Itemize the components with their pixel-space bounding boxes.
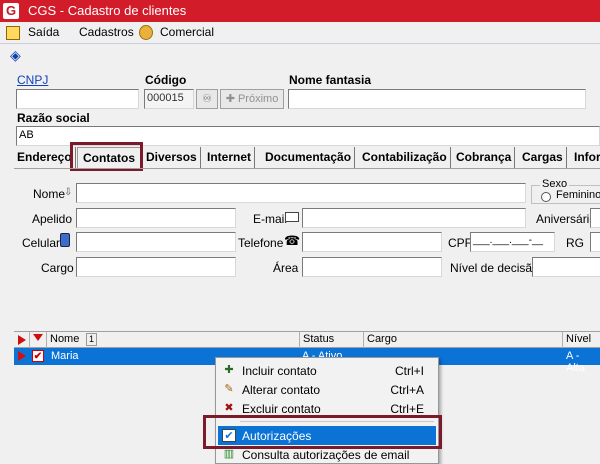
window-title: CGS - Cadastro de clientes bbox=[28, 3, 187, 18]
nivel-decisao-label: Nível de decisão bbox=[450, 261, 539, 275]
menu-saida[interactable]: Saída bbox=[28, 25, 59, 39]
apelido-input[interactable] bbox=[76, 208, 236, 228]
tab-informacoes[interactable]: Infor bbox=[571, 147, 600, 168]
rg-input[interactable] bbox=[590, 232, 600, 252]
area-label: Área bbox=[273, 261, 299, 275]
sort-order-badge: 1 bbox=[86, 333, 98, 346]
email-input[interactable] bbox=[302, 208, 526, 228]
telephone-icon: ☎ bbox=[284, 233, 301, 248]
row-checkbox[interactable]: ✔ bbox=[32, 350, 44, 362]
grid-separator bbox=[363, 332, 364, 348]
col-status[interactable]: Status bbox=[303, 333, 334, 345]
codigo-input[interactable]: 000015 bbox=[144, 89, 194, 109]
area-input[interactable] bbox=[302, 257, 442, 277]
rg-label: RG bbox=[566, 236, 584, 250]
binoculars-icon: ♾ bbox=[202, 93, 212, 105]
nome-label: Nome bbox=[33, 187, 66, 201]
grid-header: Nome 1 Status Cargo Nível bbox=[14, 331, 600, 348]
grid-separator bbox=[46, 332, 47, 348]
nav-diamond-icon[interactable]: ◈ bbox=[10, 48, 24, 62]
exit-icon bbox=[6, 26, 20, 40]
proximo-button[interactable]: ✚ Próximo bbox=[220, 89, 284, 109]
nome-fantasia-label: Nome fantasia bbox=[289, 73, 372, 87]
header-pointer-icon bbox=[18, 335, 26, 345]
grid-separator bbox=[29, 332, 30, 348]
celular-input[interactable] bbox=[76, 232, 236, 252]
add-contact-icon: ✚ bbox=[224, 364, 234, 376]
delete-contact-icon: ✖ bbox=[224, 402, 234, 414]
menu-comercial[interactable]: Comercial bbox=[160, 25, 214, 39]
cell-nivel: A - Alta bbox=[566, 350, 585, 374]
email-label: E-mail bbox=[253, 212, 288, 226]
nome-fantasia-input[interactable] bbox=[288, 89, 586, 109]
menu-cadastros[interactable]: Cadastros bbox=[79, 25, 134, 39]
tab-diversos[interactable]: Diversos bbox=[143, 147, 201, 168]
sort-arrow-icon: ⇩ bbox=[64, 187, 73, 198]
header-filter-icon[interactable] bbox=[33, 334, 43, 341]
menu-bar: Saída Cadastros Comercial bbox=[0, 22, 600, 43]
celular-label: Celular bbox=[22, 236, 61, 250]
telefone-label: Telefone bbox=[238, 236, 284, 250]
cpf-input[interactable]: ___.___.___-__ bbox=[470, 232, 555, 252]
nivel-decisao-input[interactable] bbox=[532, 257, 600, 277]
divider bbox=[0, 43, 600, 44]
proximo-label: Próximo bbox=[237, 93, 279, 105]
menu-alterar-contato[interactable]: ✎ Alterar contato Ctrl+A bbox=[218, 380, 436, 399]
search-binoculars-button[interactable]: ♾ bbox=[196, 89, 218, 109]
razao-social-label: Razão social bbox=[17, 111, 90, 125]
feminino-radio[interactable] bbox=[541, 192, 551, 202]
tab-internet[interactable]: Internet bbox=[204, 147, 256, 168]
apelido-label: Apelido bbox=[32, 212, 73, 226]
title-bar: G CGS - Cadastro de clientes bbox=[0, 0, 600, 22]
aniversario-label: Aniversário bbox=[536, 212, 597, 226]
tab-contabilizacao[interactable]: Contabilização bbox=[359, 147, 451, 168]
cargo-label: Cargo bbox=[41, 261, 74, 275]
cellphone-icon bbox=[60, 233, 70, 247]
grid-separator bbox=[299, 332, 300, 348]
menu-incluir-contato[interactable]: ✚ Incluir contato Ctrl+I bbox=[218, 361, 436, 380]
tab-documentacao[interactable]: Documentação bbox=[262, 147, 356, 168]
tab-cobranca[interactable]: Cobrança bbox=[453, 147, 516, 168]
col-nivel[interactable]: Nível bbox=[566, 333, 591, 345]
chart-icon: ▥ bbox=[223, 448, 235, 460]
tab-cargas[interactable]: Cargas bbox=[519, 147, 567, 168]
grid-separator bbox=[562, 332, 563, 348]
plus-icon: ✚ bbox=[225, 93, 235, 105]
aniversario-input[interactable] bbox=[590, 208, 600, 228]
col-cargo[interactable]: Cargo bbox=[367, 333, 397, 345]
row-pointer-icon bbox=[18, 351, 26, 361]
codigo-label: Código bbox=[145, 73, 187, 87]
col-nome[interactable]: Nome bbox=[50, 333, 79, 345]
edit-contact-icon: ✎ bbox=[224, 383, 234, 395]
highlight-autorizacoes bbox=[203, 415, 442, 449]
coins-icon bbox=[139, 25, 153, 40]
feminino-label: Feminino bbox=[556, 189, 600, 201]
highlight-tab-contatos bbox=[70, 142, 143, 171]
app-icon: G bbox=[3, 3, 19, 19]
telefone-input[interactable] bbox=[302, 232, 442, 252]
tab-panel-border bbox=[14, 168, 600, 169]
cargo-input[interactable] bbox=[76, 257, 236, 277]
tab-endereco[interactable]: Endereço bbox=[14, 147, 76, 168]
cnpj-input[interactable] bbox=[16, 89, 139, 109]
cpf-label: CPF bbox=[448, 236, 472, 250]
cell-nome: Maria bbox=[51, 350, 79, 362]
cnpj-label[interactable]: CNPJ bbox=[17, 73, 48, 87]
nome-input[interactable] bbox=[76, 183, 526, 203]
email-icon bbox=[285, 212, 299, 222]
